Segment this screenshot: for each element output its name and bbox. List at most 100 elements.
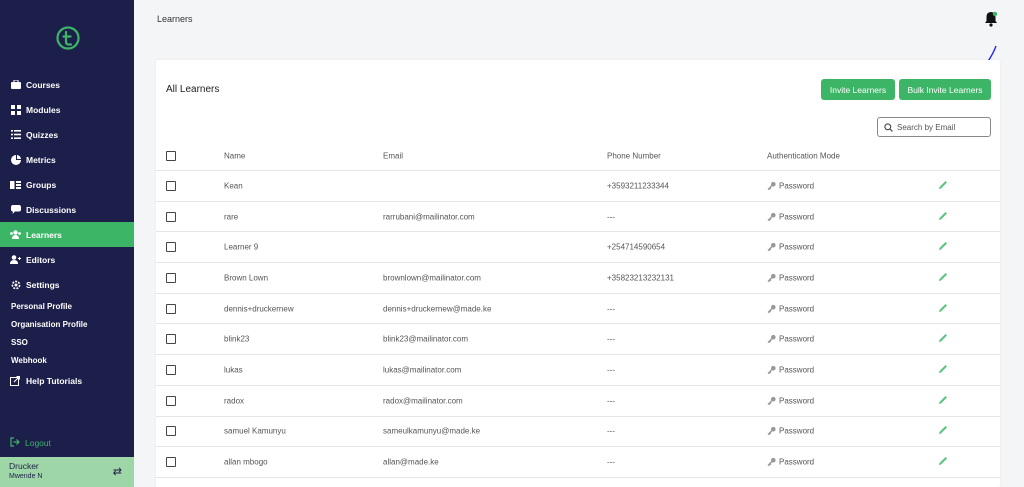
edit-learner-button[interactable] [938,272,948,284]
table-row[interactable]: dennis+druckernew dennis+druckernew@made.… [156,294,1000,325]
column-header-auth[interactable]: Authentication Mode [767,152,840,161]
sidebar-item-editors[interactable]: Editors [0,247,134,272]
row-checkbox[interactable] [166,334,176,345]
search-box[interactable] [877,117,991,137]
learner-auth-mode: Password [767,458,814,467]
sidebar-item-learners[interactable]: Learners [0,222,134,247]
row-checkbox[interactable] [166,272,176,283]
sidebar-item-modules[interactable]: Modules [0,97,134,122]
learner-auth-mode: Password [767,243,814,252]
logout-link[interactable]: Logout [10,437,51,449]
table-row[interactable]: blink23 blink23@mailinator.com --- Password [156,324,1000,356]
breadcrumb: Learners [157,14,193,24]
gear-icon [10,279,21,290]
row-checkbox[interactable] [166,395,176,406]
edit-learner-button[interactable] [938,425,948,437]
learner-name: Kean [224,181,243,191]
sidebar-item-help-tutorials[interactable]: Help Tutorials [0,369,134,393]
learner-phone: --- [607,212,615,222]
sidebar-item-metrics[interactable]: Metrics [0,147,134,172]
search-input[interactable] [897,122,987,132]
learner-auth-mode: Password [767,212,814,221]
account-switcher[interactable]: Drucker Mwende N ⇄ [0,457,134,487]
edit-learner-button[interactable] [938,241,948,253]
row-checkbox[interactable] [166,364,176,375]
row-checkbox[interactable] [166,303,176,314]
chat-icon [10,204,21,215]
pencil-icon [939,395,947,404]
users-icon [10,229,21,240]
sidebar-item-settings[interactable]: Settings [0,272,134,297]
sidebar-subitem-webhook[interactable]: Webhook [0,351,134,369]
table-row[interactable]: rare rarrubani@mailinator.com --- Password [156,202,1000,233]
table-row[interactable]: Brown Lown brownlown@mailinator.com +35823… [156,263,1000,294]
select-all-checkbox[interactable] [166,151,176,161]
pencil-icon [939,426,947,435]
auth-mode-label: Password [779,426,815,436]
learner-name: allan mbogo [224,457,268,467]
learner-phone: --- [607,457,615,467]
table-body: Kean +3593211233344 Password rare rarrubani@… [156,171,1000,478]
sidebar-item-discussions[interactable]: Discussions [0,197,134,222]
edit-learner-button[interactable] [938,333,948,345]
edit-learner-button[interactable] [938,364,948,376]
key-icon [767,212,776,221]
bulk-invite-learners-button[interactable]: Bulk Invite Learners [899,79,991,100]
auth-mode-label: Password [779,334,815,344]
edit-learner-button[interactable] [938,211,948,223]
column-header-phone[interactable]: Phone Number [607,152,661,161]
edit-learner-button[interactable] [938,456,948,468]
column-header-name[interactable]: Name [224,152,245,161]
auth-mode-label: Password [779,242,815,252]
auth-mode-label: Password [779,457,815,467]
edit-learner-button[interactable] [938,303,948,315]
pencil-icon [939,457,947,466]
auth-mode-label: Password [779,365,815,375]
row-checkbox[interactable] [166,426,176,437]
edit-learner-button[interactable] [938,180,948,192]
edit-learner-button[interactable] [938,395,948,407]
top-bar: Learners [134,0,1024,40]
learner-name: radox [224,396,245,406]
brand-logo-icon[interactable] [55,25,81,51]
sidebar-subitem-sso[interactable]: SSO [0,333,134,351]
row-checkbox[interactable] [166,457,176,468]
learners-card: All Learners Invite Learners Bulk Invite… [156,60,1000,487]
column-header-email[interactable]: Email [383,152,403,161]
switch-account-icon[interactable]: ⇄ [113,465,122,478]
table-row[interactable]: Kean +3593211233344 Password [156,171,1000,202]
row-checkbox[interactable] [166,242,176,253]
notification-bell-icon[interactable] [984,11,998,27]
key-icon [767,457,776,466]
sidebar-subitem-personal-profile[interactable]: Personal Profile [0,297,134,315]
learner-auth-mode: Password [767,273,814,282]
learner-name: lukas [224,365,243,375]
table-row[interactable]: samuel Kamunyu sameulkamunyu@made.ke --- Pa… [156,417,1000,448]
key-icon [767,427,776,436]
sidebar-item-label: Help Tutorials [26,376,83,386]
key-icon [767,335,776,344]
learner-phone: --- [607,365,615,375]
table-header-row: Name Email Phone Number Authentication M… [156,142,1000,171]
sidebar-item-groups[interactable]: Groups [0,172,134,197]
learner-phone: +3593211233344 [607,181,669,191]
sidebar-item-quizzes[interactable]: Quizzes [0,122,134,147]
sidebar-item-label: Metrics [26,154,56,165]
table-row[interactable]: radox radox@mailinator.com --- Password [156,386,1000,417]
logout-label: Logout [25,438,51,448]
table-row[interactable]: Learner 9 +254714590654 Password [156,232,1000,264]
learner-auth-mode: Password [767,335,814,344]
pencil-icon [939,272,947,281]
invite-learners-button[interactable]: Invite Learners [821,79,895,100]
table-row[interactable]: lukas lukas@mailinator.com --- Password [156,355,1000,386]
row-checkbox[interactable] [166,211,176,222]
row-checkbox[interactable] [166,180,176,191]
pencil-icon [939,242,947,251]
table-row[interactable]: allan mbogo allan@made.ke --- Password [156,447,1000,478]
logout-icon [10,437,20,449]
sidebar-subitem-organisation-profile[interactable]: Organisation Profile [0,315,134,333]
learner-name: samuel Kamunyu [224,426,286,436]
sidebar-item-courses[interactable]: Courses [0,72,134,97]
pencil-icon [939,211,947,220]
learner-email: blink23@mailinator.com [383,334,469,344]
